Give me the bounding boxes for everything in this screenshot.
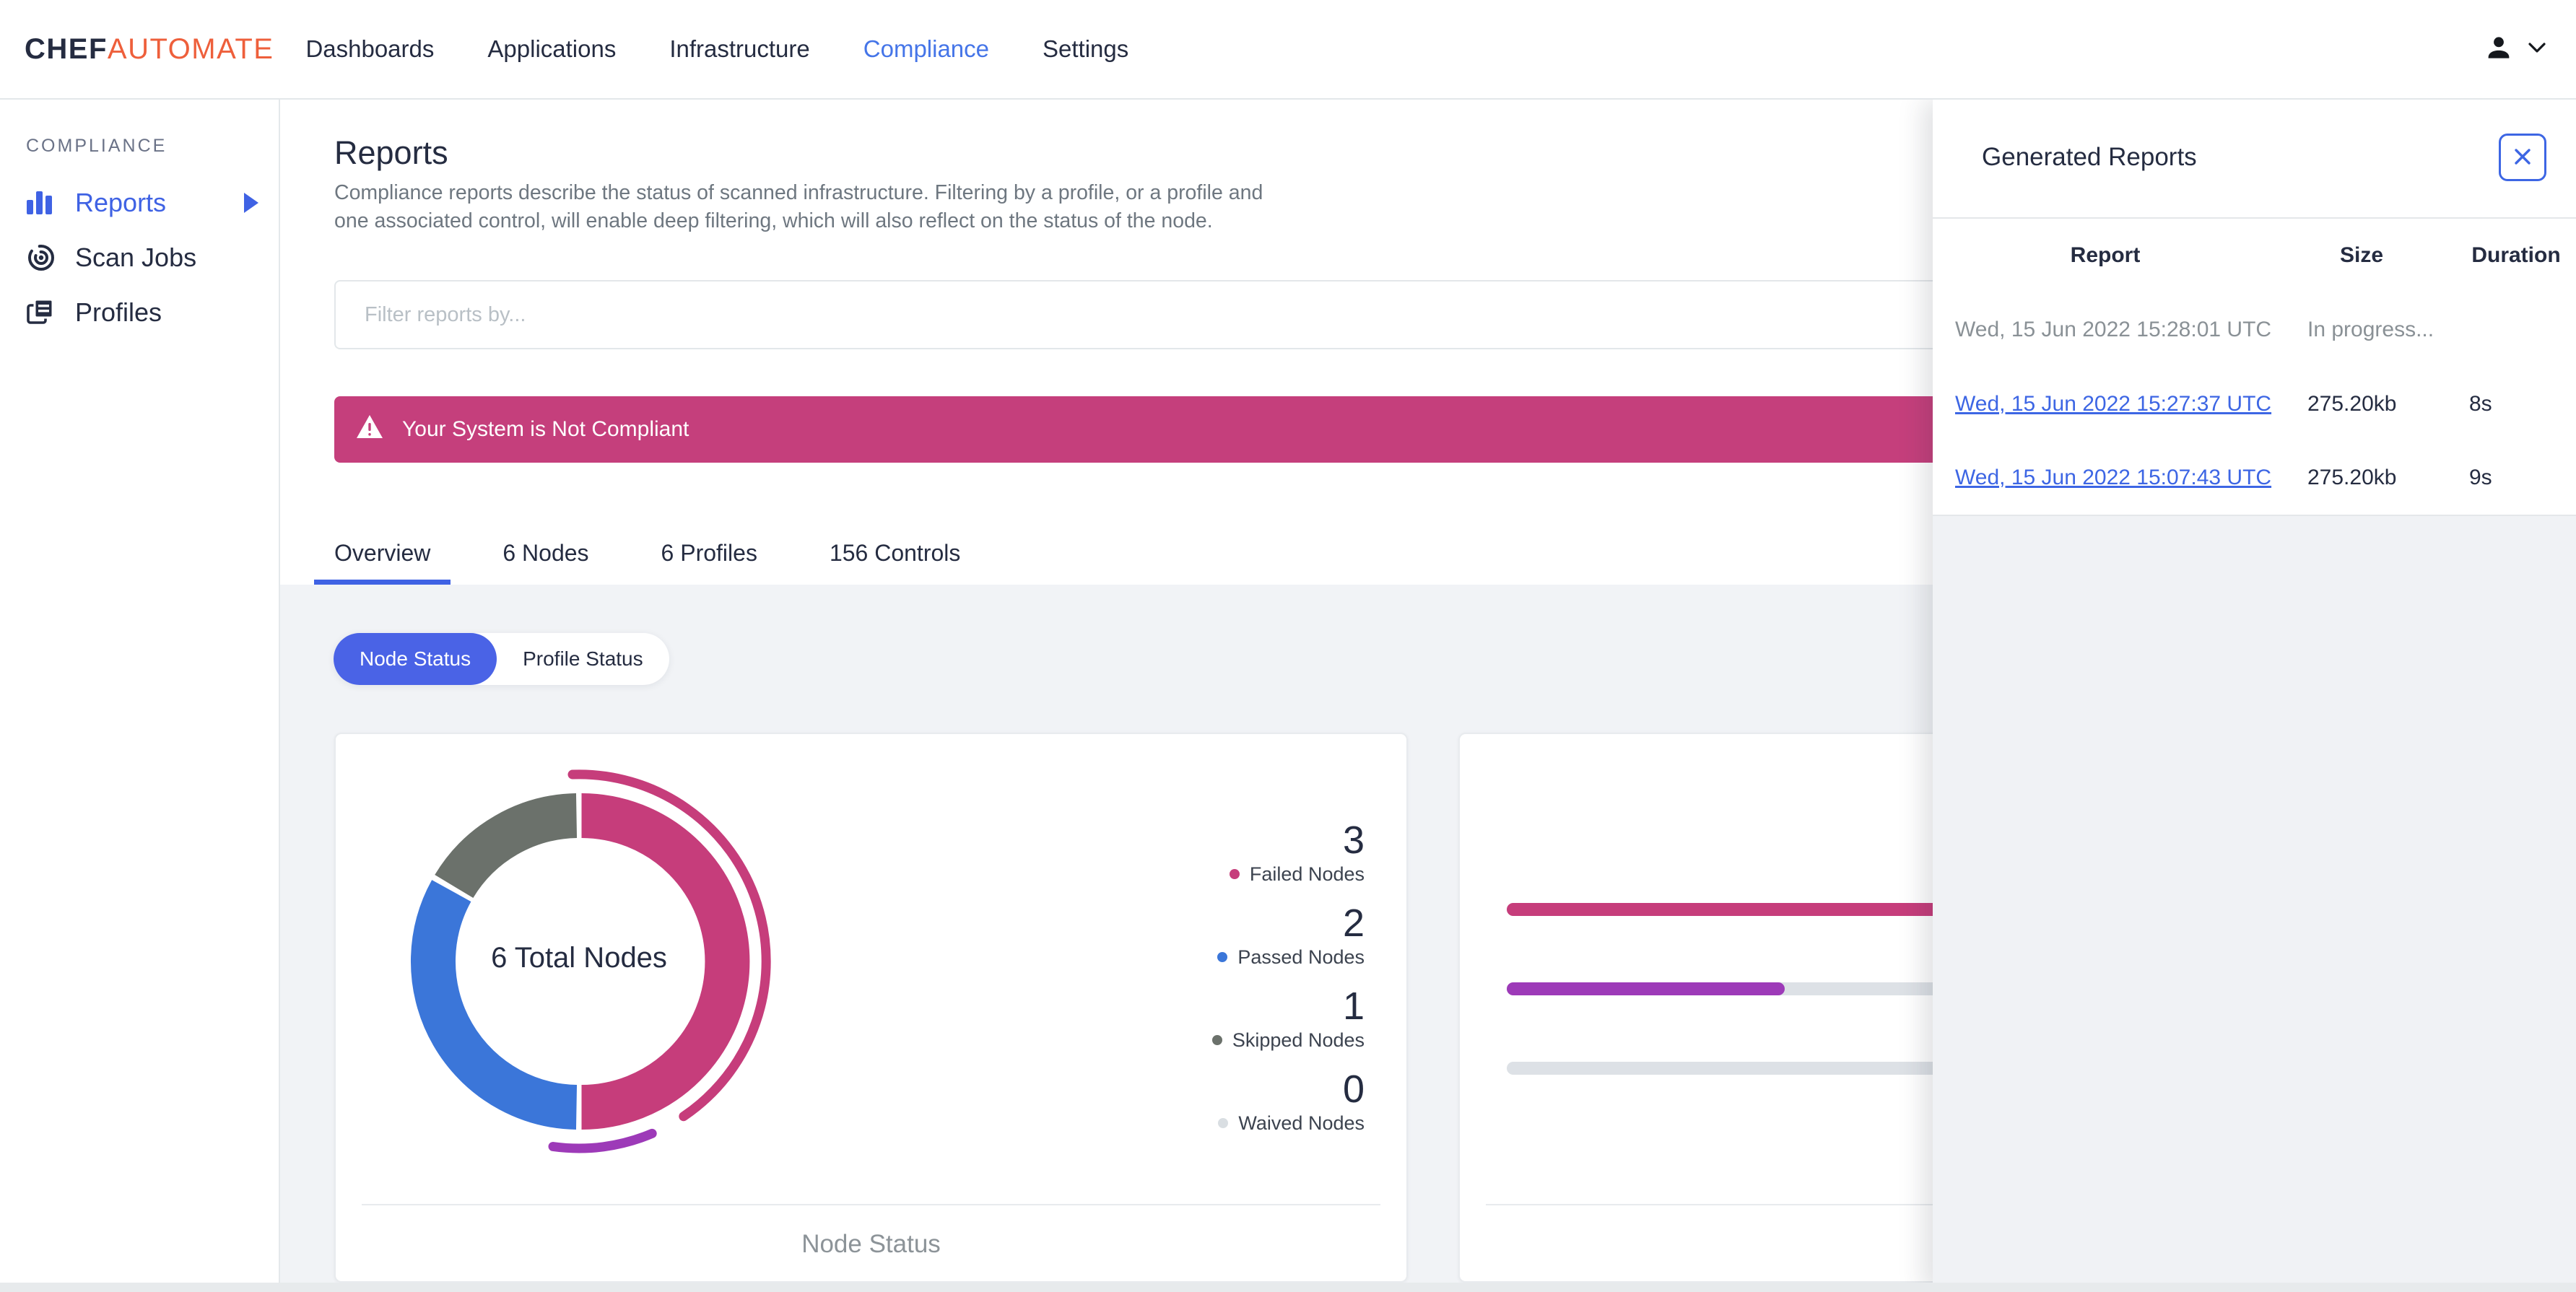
legend-item-failed: 3 Failed Nodes (1148, 819, 1365, 887)
filter-reports-input[interactable] (334, 280, 2211, 349)
sidebar-section-label: COMPLIANCE (26, 136, 167, 156)
node-status-card: 6 Total Nodes 3 Failed Nodes 2 Passed No… (334, 733, 1408, 1283)
generated-reports-table-card: Generated Reports Report Size Duration W… (1933, 100, 2576, 516)
table-row: Wed, 15 Jun 2022 15:27:37 UTC 275.20kb 8… (1933, 366, 2576, 440)
legend-item-skipped: 1 Skipped Nodes (1148, 985, 1365, 1053)
panel-header: Generated Reports (1933, 100, 2576, 219)
chevron-right-icon (244, 193, 258, 213)
person-icon (2482, 31, 2515, 68)
legend-item-passed: 2 Passed Nodes (1148, 902, 1365, 970)
node-status-legend: 3 Failed Nodes 2 Passed Nodes 1 Skipped … (1148, 819, 1365, 1151)
user-menu[interactable] (2482, 0, 2547, 98)
waived-dot-icon (1218, 1118, 1229, 1128)
profile-status-pill[interactable]: Profile Status (497, 633, 669, 685)
close-panel-button[interactable] (2499, 134, 2546, 181)
report-size: In progress... (2307, 318, 2434, 341)
tab-profiles[interactable]: 6 Profiles (641, 527, 778, 585)
report-tabs: Overview 6 Nodes 6 Profiles 156 Controls (314, 527, 980, 585)
failed-dot-icon (1229, 869, 1240, 879)
nav-settings[interactable]: Settings (1043, 35, 1128, 63)
report-download-link[interactable]: Wed, 15 Jun 2022 15:07:43 UTC (1955, 466, 2271, 490)
sidebar-item-label: Reports (75, 188, 167, 217)
panel-title: Generated Reports (1982, 143, 2197, 171)
column-size: Size (2339, 243, 2384, 267)
report-duration: 9s (2469, 466, 2492, 489)
table-header-row: Report Size Duration (1933, 217, 2576, 292)
card-footer-label: Node Status (362, 1204, 1380, 1283)
tab-nodes[interactable]: 6 Nodes (482, 527, 609, 585)
sidebar-item-reports[interactable]: Reports (0, 175, 279, 230)
sidebar-item-profiles[interactable]: Profiles (0, 285, 279, 340)
logo-automate: AUTOMATE (107, 32, 274, 65)
sidebar-item-scan-jobs[interactable]: Scan Jobs (0, 230, 279, 285)
passed-dot-icon (1217, 952, 1228, 962)
banner-text: Your System is Not Compliant (402, 417, 689, 441)
report-duration: 8s (2469, 392, 2492, 416)
status-toggle: Node Status Profile Status (334, 633, 669, 685)
nav-infrastructure[interactable]: Infrastructure (669, 35, 809, 63)
tab-overview[interactable]: Overview (314, 527, 451, 585)
sidebar: COMPLIANCE Reports Scan Jobs Profiles (0, 100, 280, 1292)
compliance-alert-banner: Your System is Not Compliant (334, 396, 2211, 463)
page-description: Compliance reports describe the status o… (334, 181, 1263, 232)
nav-applications[interactable]: Applications (487, 35, 616, 63)
report-timestamp: Wed, 15 Jun 2022 15:28:01 UTC (1955, 318, 2272, 341)
bar-chart-icon (25, 187, 58, 219)
sidebar-item-label: Profiles (75, 297, 162, 327)
documents-icon (25, 297, 58, 328)
report-size: 275.20kb (2307, 392, 2397, 416)
horizontal-scrollbar[interactable] (0, 1283, 2576, 1292)
skipped-dot-icon (1211, 1035, 1222, 1045)
nav-compliance[interactable]: Compliance (863, 35, 989, 63)
nav-dashboards[interactable]: Dashboards (305, 35, 434, 63)
table-row: Wed, 15 Jun 2022 15:28:01 UTC In progres… (1933, 292, 2576, 366)
page-title: Reports (334, 134, 448, 171)
warning-triangle-icon (356, 414, 383, 445)
legend-item-waived: 0 Waived Nodes (1148, 1068, 1365, 1136)
report-size: 275.20kb (2307, 466, 2397, 489)
radar-icon (25, 242, 58, 274)
top-nav: CHEFAUTOMATE Dashboards Applications Inf… (0, 0, 2576, 100)
primary-nav: Dashboards Applications Infrastructure C… (305, 35, 1128, 63)
chevron-down-icon (2527, 40, 2547, 58)
tab-controls[interactable]: 156 Controls (809, 527, 980, 585)
table-row: Wed, 15 Jun 2022 15:07:43 UTC 275.20kb 9… (1933, 440, 2576, 514)
generated-reports-panel: Generated Reports Report Size Duration W… (1933, 100, 2576, 1292)
report-download-link[interactable]: Wed, 15 Jun 2022 15:27:37 UTC (1955, 392, 2271, 416)
column-duration: Duration (2471, 243, 2561, 267)
app-logo[interactable]: CHEFAUTOMATE (25, 33, 274, 66)
logo-chef: CHEF (25, 32, 108, 65)
column-report: Report (2070, 243, 2141, 267)
sidebar-item-label: Scan Jobs (75, 243, 197, 272)
node-status-pill[interactable]: Node Status (334, 633, 497, 685)
x-icon (2512, 146, 2533, 170)
donut-center-label: 6 Total Nodes (491, 942, 667, 974)
